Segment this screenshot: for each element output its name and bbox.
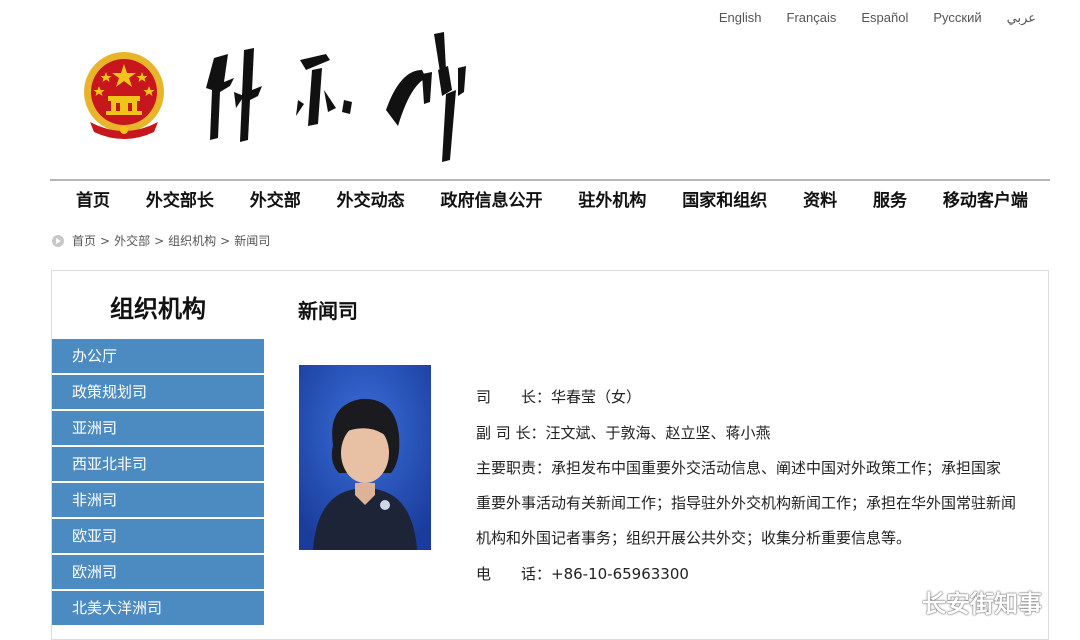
breadcrumb-ministry[interactable]: 外交部 [114, 232, 150, 249]
nav-home[interactable]: 首页 [76, 186, 110, 216]
ministry-calligraphy-logo-icon[interactable] [200, 30, 470, 170]
breadcrumb-arrow-icon [52, 234, 64, 247]
nav-diplomatic-news[interactable]: 外交动态 [337, 186, 405, 216]
page-title: 新闻司 [298, 299, 358, 323]
sidebar-menu: 办公厅 政策规划司 亚洲司 西亚北非司 非洲司 欧亚司 欧洲司 北美大洋洲司 [52, 339, 264, 627]
main-nav: 首页 外交部长 外交部 外交动态 政府信息公开 驻外机构 国家和组织 资料 服务… [50, 186, 1050, 216]
nav-ministry[interactable]: 外交部 [250, 186, 301, 216]
nav-minister[interactable]: 外交部长 [146, 186, 214, 216]
national-emblem-icon[interactable] [80, 50, 168, 142]
sidebar-title: 组织机构 [110, 295, 206, 323]
lang-english[interactable]: English [719, 10, 762, 26]
lang-spanish[interactable]: Español [861, 10, 908, 26]
watermark-text: 长安街知事 [922, 590, 1042, 618]
breadcrumb-organization[interactable]: 组织机构 [168, 232, 216, 249]
header-divider [50, 179, 1050, 181]
sidebar-item-asian-affairs[interactable]: 亚洲司 [52, 411, 264, 445]
duties-row: 主要职责：承担发布中国重要外交活动信息、阐述中国对外政策工作；承担国家重要外事活… [476, 451, 1016, 556]
department-info: 司 长：华春莹（女） 副 司 长：汪文斌、于敦海、赵立坚、蒋小燕 主要职责：承担… [476, 379, 1016, 592]
director-value: 华春莹（女） [551, 388, 642, 406]
breadcrumb-current: 新闻司 [234, 234, 271, 248]
nav-services[interactable]: 服务 [873, 186, 907, 216]
sidebar-item-european-affairs[interactable]: 欧洲司 [52, 555, 264, 589]
phone-value: +86-10-65963300 [551, 565, 689, 583]
phone-label: 电 话： [476, 565, 552, 583]
nav-countries[interactable]: 国家和组织 [682, 186, 767, 216]
director-label: 司 长： [476, 388, 552, 406]
sidebar-item-eurasian-affairs[interactable]: 欧亚司 [52, 519, 264, 553]
sidebar-item-general-office[interactable]: 办公厅 [52, 339, 264, 373]
director-row: 司 长：华春莹（女） [476, 379, 1016, 415]
deputy-value: 汪文斌、于敦海、赵立坚、蒋小燕 [545, 424, 771, 442]
nav-gov-info[interactable]: 政府信息公开 [441, 186, 543, 216]
deputy-row: 副 司 长：汪文斌、于敦海、赵立坚、蒋小燕 [476, 415, 1016, 451]
lang-arabic[interactable]: عربي [1007, 10, 1036, 26]
lang-french[interactable]: Français [787, 10, 837, 26]
breadcrumb-separator: > [100, 233, 111, 248]
director-portrait [299, 365, 431, 550]
nav-mobile[interactable]: 移动客户端 [943, 186, 1028, 216]
duties-label: 主要职责： [476, 459, 552, 477]
breadcrumb: 首页 > 外交部 > 组织机构 > 新闻司 [52, 232, 270, 249]
duties-value: 承担发布中国重要外交活动信息、阐述中国对外政策工作；承担国家重要外事活动有关新闻… [476, 459, 1017, 547]
breadcrumb-home[interactable]: 首页 [72, 232, 96, 249]
sidebar-item-north-american-oceanian[interactable]: 北美大洋洲司 [52, 591, 264, 625]
weibo-watermark: 长安街知事 [880, 584, 1042, 619]
sidebar-item-west-asian-north-african[interactable]: 西亚北非司 [52, 447, 264, 481]
nav-resources[interactable]: 资料 [803, 186, 837, 216]
language-bar: English Français Español Русский عربي [719, 10, 1036, 26]
breadcrumb-separator: > [220, 233, 231, 248]
sidebar-item-policy-planning[interactable]: 政策规划司 [52, 375, 264, 409]
deputy-label: 副 司 长： [476, 424, 546, 442]
breadcrumb-separator: > [154, 233, 165, 248]
sidebar-item-african-affairs[interactable]: 非洲司 [52, 483, 264, 517]
lang-russian[interactable]: Русский [933, 10, 981, 26]
weibo-icon [880, 590, 915, 615]
nav-missions[interactable]: 驻外机构 [578, 186, 646, 216]
